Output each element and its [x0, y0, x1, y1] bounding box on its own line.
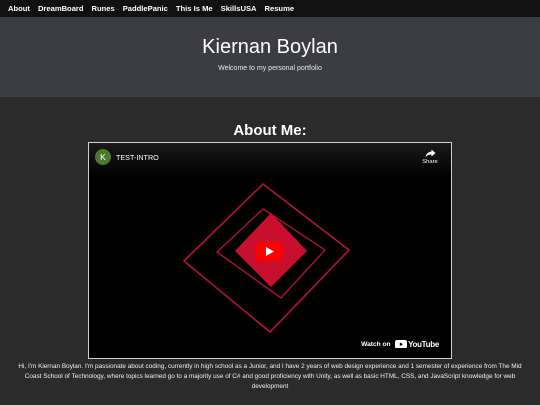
- nav-link-resume[interactable]: Resume: [265, 4, 295, 13]
- about-heading: About Me:: [233, 122, 307, 139]
- share-button[interactable]: Share: [419, 149, 441, 171]
- nav-link-runes[interactable]: Runes: [92, 4, 115, 13]
- top-navbar: About DreamBoard Runes PaddlePanic This …: [0, 0, 540, 17]
- nav-link-this-is-me[interactable]: This Is Me: [176, 4, 213, 13]
- share-icon: [425, 149, 435, 158]
- nav-link-skillsusa[interactable]: SkillsUSA: [221, 4, 257, 13]
- watch-on-youtube-link[interactable]: Watch on YouTube: [361, 339, 439, 349]
- nav-link-about[interactable]: About: [8, 4, 30, 13]
- nav-link-dreamboard[interactable]: DreamBoard: [38, 4, 84, 13]
- site-title: Kiernan Boylan: [202, 36, 338, 58]
- play-icon[interactable]: [255, 242, 283, 261]
- watch-on-label: Watch on: [361, 340, 391, 348]
- channel-avatar[interactable]: K: [95, 149, 111, 165]
- video-embed[interactable]: K TEST-INTRO Share Watch on YouTube: [88, 142, 452, 359]
- site-subtitle: Welcome to my personal portfolio: [218, 65, 322, 72]
- about-bio-text: Hi, I'm Kiernan Boylan. I'm passionate a…: [18, 363, 522, 390]
- video-title[interactable]: TEST-INTRO: [116, 153, 159, 162]
- youtube-logo-icon: [394, 339, 407, 349]
- youtube-wordmark: YouTube: [408, 339, 439, 349]
- nav-link-paddlepanic[interactable]: PaddlePanic: [123, 4, 168, 13]
- share-label: Share: [422, 159, 438, 165]
- page-header: Kiernan Boylan Welcome to my personal po…: [0, 17, 540, 97]
